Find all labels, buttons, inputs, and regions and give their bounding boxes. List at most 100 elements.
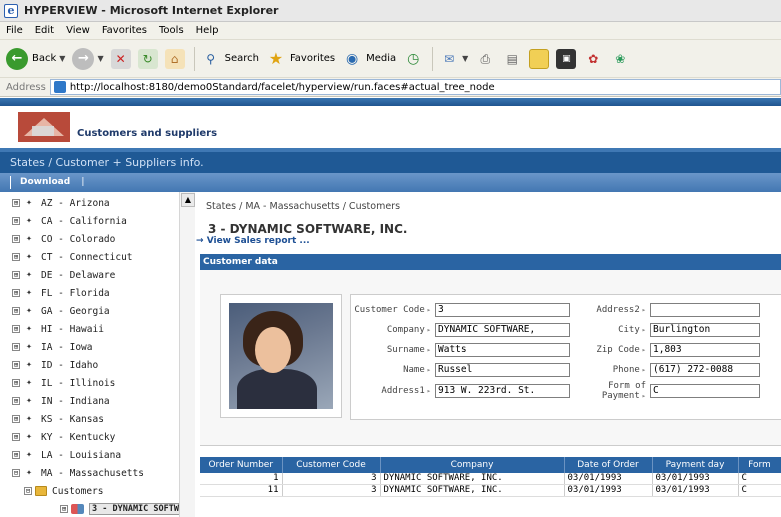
expand-icon[interactable]: ⊞ — [12, 379, 20, 387]
col-form[interactable]: Form — [738, 457, 781, 473]
expand-icon[interactable]: ⊞ — [12, 325, 20, 333]
tree-item-in[interactable]: ⊞ ✦ IN - Indiana — [12, 392, 110, 410]
tree-item-ma[interactable]: ⊟ ✦ MA - Massachusetts — [12, 464, 144, 482]
node-icon: ✦ — [25, 467, 33, 478]
name-input[interactable]: Russel — [435, 362, 570, 377]
menu-bar: File Edit View Favorites Tools Help — [0, 22, 781, 40]
node-icon: ✦ — [25, 341, 33, 352]
scroll-up-icon[interactable]: ▲ — [181, 193, 195, 207]
zip-input[interactable]: 1,803 — [650, 342, 760, 357]
menu-tools[interactable]: Tools — [159, 25, 184, 36]
favorites-button[interactable]: ★ Favorites — [266, 49, 335, 69]
tree-item-selected-customer[interactable]: ⊞ 3 - DYNAMIC SOFTW/ — [60, 500, 188, 517]
tree-item-ct[interactable]: ⊞ ✦ CT - Connecticut — [12, 248, 133, 266]
folder-icon — [35, 486, 47, 496]
forward-button[interactable]: → ▼ — [72, 47, 104, 70]
star-icon: ★ — [268, 48, 284, 68]
expand-icon[interactable]: ⊞ — [12, 361, 20, 369]
research-button[interactable]: ✿ — [583, 49, 603, 69]
mail-button[interactable]: ✉ ▼ — [439, 49, 468, 69]
tree-item-co[interactable]: ⊞ ✦ CO - Colorado — [12, 230, 115, 248]
col-payment-day[interactable]: Payment day — [652, 457, 739, 473]
menu-favorites[interactable]: Favorites — [102, 25, 147, 36]
toolbar-separator — [193, 46, 195, 71]
cell-company: DYNAMIC SOFTWARE, INC. — [380, 484, 565, 497]
print-button[interactable]: ⎙ — [475, 49, 495, 69]
surname-input[interactable]: Watts — [435, 342, 570, 357]
search-button[interactable]: ⚲ Search — [201, 49, 259, 69]
col-order-number[interactable]: Order Number — [200, 457, 283, 473]
orders-header-row: Order Number Customer Code Company Date … — [200, 457, 781, 473]
cell-form: C — [738, 473, 781, 485]
tree-item-ks[interactable]: ⊞ ✦ KS - Kansas — [12, 410, 104, 428]
toolbar-separator — [432, 46, 434, 71]
col-date-of-order[interactable]: Date of Order — [564, 457, 653, 473]
tree-scrollbar[interactable]: ▲ — [179, 192, 195, 517]
edit-button[interactable]: ▤ — [502, 49, 522, 69]
collapse-icon[interactable]: ⊟ — [12, 469, 20, 477]
mail-icon: ✉ — [444, 51, 455, 66]
plugin-button[interactable]: ❀ — [610, 49, 630, 69]
expand-icon[interactable]: ⊞ — [12, 451, 20, 459]
tree-item-customers[interactable]: ⊟ Customers — [24, 482, 103, 500]
expand-icon[interactable]: ⊞ — [12, 217, 20, 225]
expand-icon[interactable]: ⊞ — [12, 253, 20, 261]
sales-report-link[interactable]: → View Sales report ... — [196, 236, 310, 246]
tree-item-de[interactable]: ⊞ ✦ DE - Delaware — [12, 266, 115, 284]
phone-input[interactable]: (617) 272-0088 — [650, 362, 760, 377]
col-customer-code[interactable]: Customer Code — [282, 457, 381, 473]
city-input[interactable]: Burlington — [650, 322, 760, 337]
tree-item-il[interactable]: ⊞ ✦ IL - Illinois — [12, 374, 115, 392]
tree-item-ga[interactable]: ⊞ ✦ GA - Georgia — [12, 302, 110, 320]
col-company[interactable]: Company — [380, 457, 565, 473]
expand-icon[interactable]: ⊞ — [12, 271, 20, 279]
expand-icon[interactable]: ⊞ — [12, 433, 20, 441]
table-row[interactable]: 11 3 DYNAMIC SOFTWARE, INC. 03/01/1993 0… — [200, 484, 781, 497]
table-row[interactable]: 1 3 DYNAMIC SOFTWARE, INC. 03/01/1993 03… — [200, 473, 781, 485]
tree-item-ky[interactable]: ⊞ ✦ KY - Kentucky — [12, 428, 115, 446]
app-header: Customers and suppliers — [0, 106, 781, 148]
expand-icon[interactable]: ⊞ — [12, 289, 20, 297]
app-brand: Customers and suppliers — [77, 128, 218, 139]
tree-item-az[interactable]: ⊞ ✦ AZ - Arizona — [12, 194, 110, 212]
address2-input[interactable] — [650, 302, 760, 317]
menu-edit[interactable]: Edit — [35, 25, 54, 36]
home-button[interactable]: ⌂ — [164, 48, 185, 69]
toolbar-divider: | — [81, 177, 85, 187]
expand-icon[interactable]: ⊞ — [12, 343, 20, 351]
address1-input[interactable]: 913 W. 223rd. St. — [435, 383, 570, 398]
menu-file[interactable]: File — [6, 25, 23, 36]
expand-icon[interactable]: ⊞ — [12, 307, 20, 315]
node-icon: ✦ — [25, 413, 33, 424]
tree-item-ia[interactable]: ⊞ ✦ IA - Iowa — [12, 338, 92, 356]
customer-code-input[interactable]: 3 — [435, 302, 570, 317]
media-button[interactable]: ◉ Media — [342, 49, 396, 69]
payment-input[interactable]: C — [650, 383, 760, 398]
history-button[interactable]: ◷ — [403, 49, 423, 69]
tree-item-fl[interactable]: ⊞ ✦ FL - Florida — [12, 284, 110, 302]
node-icon: ✦ — [25, 449, 33, 460]
tree-item-hi[interactable]: ⊞ ✦ HI - Hawaii — [12, 320, 104, 338]
tree-item-la[interactable]: ⊞ ✦ LA - Louisiana — [12, 446, 121, 464]
expand-icon[interactable]: ⊞ — [60, 505, 68, 513]
download-button[interactable]: Download — [20, 177, 70, 187]
messenger-button[interactable]: ▣ — [556, 48, 577, 69]
menu-view[interactable]: View — [66, 25, 90, 36]
menu-help[interactable]: Help — [196, 25, 219, 36]
tree-item-id[interactable]: ⊞ ✦ ID - Idaho — [12, 356, 98, 374]
expand-icon[interactable]: ⊞ — [12, 199, 20, 207]
address-input[interactable]: http://localhost:8180/demo0Standard/face… — [49, 79, 781, 95]
node-icon: ✦ — [25, 377, 33, 388]
collapse-icon[interactable]: ⊟ — [24, 487, 32, 495]
stop-icon: ✕ — [110, 48, 131, 69]
refresh-button[interactable]: ↻ — [137, 48, 158, 69]
stop-button[interactable]: ✕ — [110, 48, 131, 69]
folder-button[interactable] — [529, 48, 550, 69]
back-button[interactable]: ← Back ▼ — [6, 47, 65, 70]
expand-icon[interactable]: ⊞ — [12, 415, 20, 423]
company-input[interactable]: DYNAMIC SOFTWARE, — [435, 322, 570, 337]
customer-detail: States / MA - Massachusetts / Customers … — [196, 192, 781, 517]
expand-icon[interactable]: ⊞ — [12, 397, 20, 405]
tree-item-ca[interactable]: ⊞ ✦ CA - California — [12, 212, 127, 230]
expand-icon[interactable]: ⊞ — [12, 235, 20, 243]
